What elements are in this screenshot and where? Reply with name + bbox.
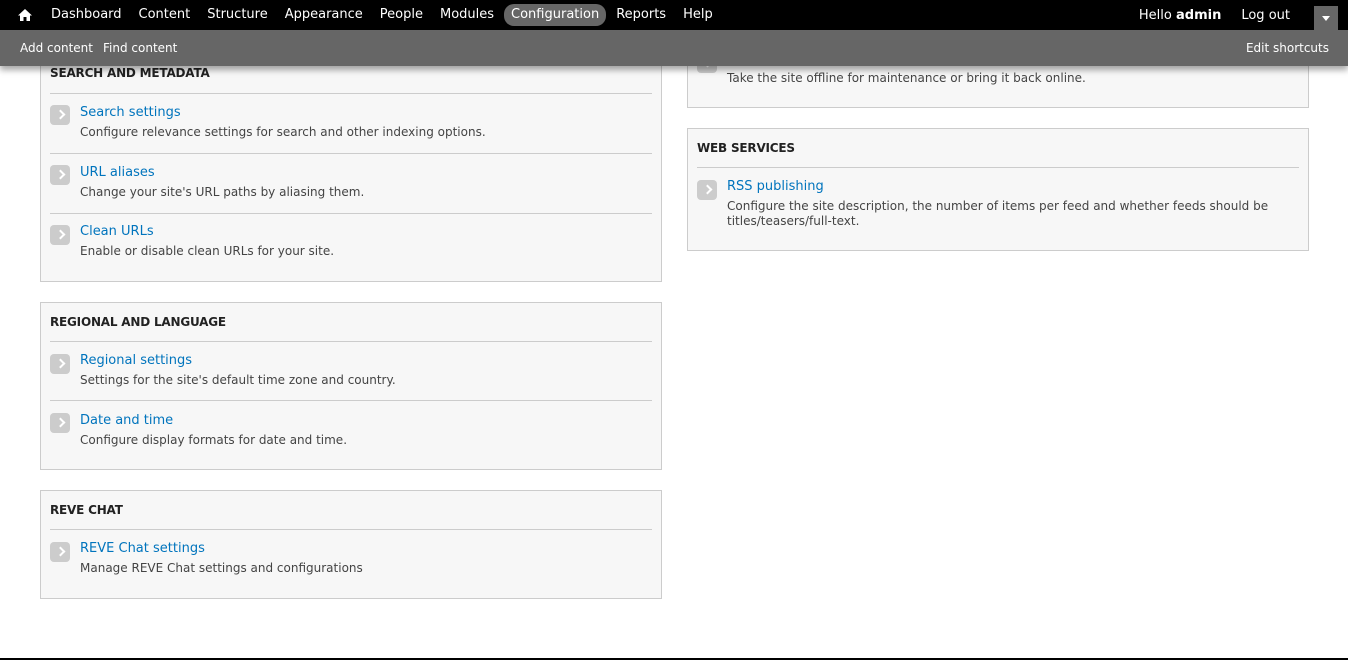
panel-title: REVE CHAT [50, 503, 123, 517]
search-settings-link[interactable]: Search settings [80, 105, 181, 120]
panel-title: SEARCH AND METADATA [50, 66, 210, 80]
toolbar-menu: Dashboard Content Structure Appearance P… [44, 0, 723, 30]
chevron-right-icon[interactable] [50, 413, 70, 433]
list-item: Clean URLs Enable or disable clean URLs … [50, 213, 652, 273]
entry-description: Configure display formats for date and t… [80, 433, 348, 447]
regional-settings-link[interactable]: Regional settings [80, 353, 192, 368]
chevron-right-icon[interactable] [50, 165, 70, 185]
menu-dashboard[interactable]: Dashboard [44, 4, 129, 26]
entry-description: Configure relevance settings for search … [80, 125, 486, 139]
shortcuts-bar: Add content Find content Edit shortcuts [0, 30, 1348, 66]
list-item: Search settings Configure relevance sett… [50, 93, 652, 153]
chevron-right-icon[interactable] [697, 180, 717, 200]
find-content-shortcut[interactable]: Find content [103, 41, 177, 55]
add-content-shortcut[interactable]: Add content [20, 41, 93, 55]
rss-publishing-link[interactable]: RSS publishing [727, 179, 824, 194]
chevron-right-icon[interactable] [50, 354, 70, 374]
list-item: RSS publishing Configure the site descri… [697, 167, 1299, 242]
menu-help[interactable]: Help [676, 4, 720, 26]
menu-people[interactable]: People [373, 4, 430, 26]
user-area: Hello admin Log out [1139, 0, 1348, 30]
list-item: Regional settings Settings for the site'… [50, 341, 652, 400]
menu-configuration[interactable]: Configuration [504, 4, 607, 26]
edit-shortcuts-link[interactable]: Edit shortcuts [1246, 41, 1329, 55]
list-item: REVE Chat settings Manage REVE Chat sett… [50, 529, 652, 589]
panel-search-and-metadata: SEARCH AND METADATA Search settings Conf… [40, 40, 662, 282]
menu-modules[interactable]: Modules [433, 4, 501, 26]
panel-title: REGIONAL AND LANGUAGE [50, 315, 226, 329]
entry-description: Change your site's URL paths by aliasing… [80, 185, 365, 199]
home-icon[interactable] [17, 7, 33, 23]
entry-description: Take the site offline for maintenance or… [727, 71, 1086, 85]
list-item: Date and time Configure display formats … [50, 400, 652, 460]
panel-reve-chat: REVE CHAT REVE Chat settings Manage REVE… [40, 490, 662, 599]
panel-regional-and-language: REGIONAL AND LANGUAGE Regional settings … [40, 302, 662, 470]
chevron-right-icon[interactable] [50, 542, 70, 562]
shortcuts-toggle-button[interactable] [1314, 6, 1338, 30]
username-link[interactable]: admin [1176, 8, 1221, 23]
admin-toolbar: Dashboard Content Structure Appearance P… [0, 0, 1348, 30]
chevron-down-icon [1322, 16, 1330, 21]
panel-web-services: WEB SERVICES RSS publishing Configure th… [687, 128, 1309, 251]
menu-reports[interactable]: Reports [609, 4, 673, 26]
greeting-prefix: Hello [1138, 7, 1176, 23]
date-and-time-link[interactable]: Date and time [80, 413, 173, 428]
entry-description: Manage REVE Chat settings and configurat… [80, 561, 363, 575]
greeting: Hello admin [1139, 8, 1221, 23]
logout-link[interactable]: Log out [1241, 8, 1290, 23]
entry-description: Enable or disable clean URLs for your si… [80, 244, 335, 258]
entry-description: Configure the site description, the numb… [727, 199, 1269, 228]
panel-title: WEB SERVICES [697, 141, 795, 155]
menu-structure[interactable]: Structure [200, 4, 274, 26]
reve-chat-settings-link[interactable]: REVE Chat settings [80, 541, 205, 556]
entry-description: Settings for the site's default time zon… [80, 373, 396, 387]
list-item: URL aliases Change your site's URL paths… [50, 153, 652, 213]
clean-urls-link[interactable]: Clean URLs [80, 224, 154, 239]
chevron-right-icon[interactable] [50, 225, 70, 245]
url-aliases-link[interactable]: URL aliases [80, 165, 155, 180]
chevron-right-icon[interactable] [50, 105, 70, 125]
menu-content[interactable]: Content [132, 4, 198, 26]
menu-appearance[interactable]: Appearance [278, 4, 370, 26]
